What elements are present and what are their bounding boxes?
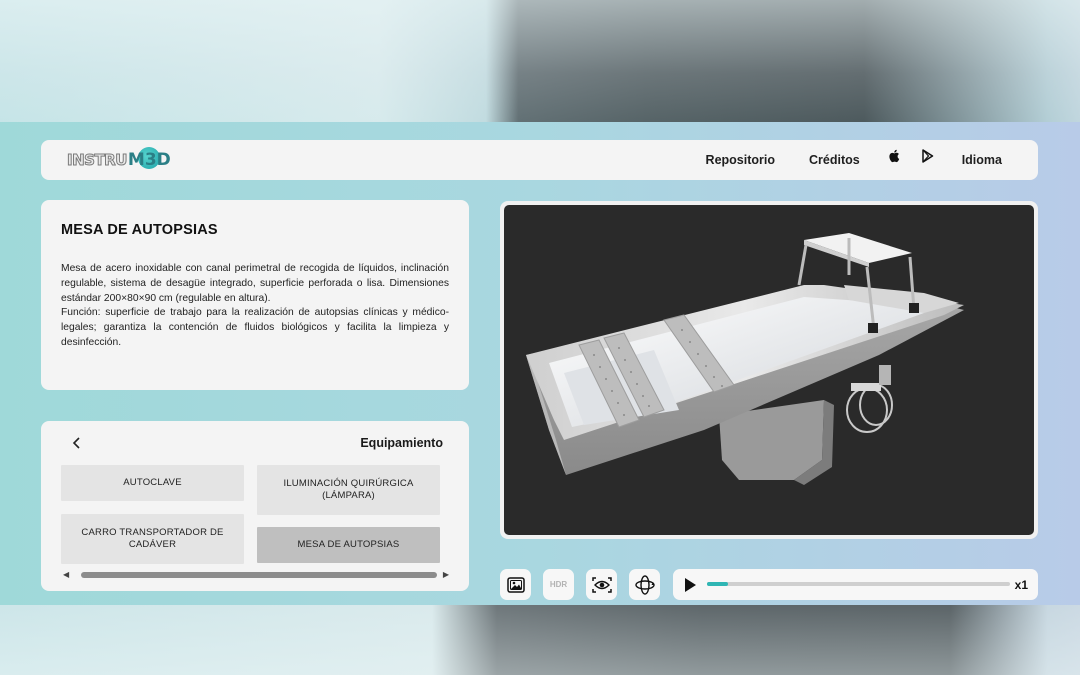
- equipment-item[interactable]: ILUMINACIÓN QUIRÚRGICA (LÁMPARA): [257, 465, 440, 515]
- item-description: Mesa de acero inoxidable con canal perim…: [61, 262, 449, 351]
- equipment-item-selected[interactable]: MESA DE AUTOPSIAS: [257, 527, 440, 563]
- progress-fill: [707, 582, 729, 586]
- scroll-left-arrow-icon[interactable]: ◀: [63, 570, 69, 579]
- horizontal-scrollbar[interactable]: ◀ ▶: [61, 569, 449, 580]
- equipment-heading: Equipamiento: [360, 436, 443, 450]
- play-icon[interactable]: [685, 578, 696, 592]
- hdr-label: HDR: [549, 580, 568, 589]
- google-play-icon[interactable]: [921, 149, 934, 163]
- nav-repositorio[interactable]: Repositorio: [706, 153, 775, 167]
- progress-slider[interactable]: [707, 582, 1010, 586]
- logo-suffix: M3D: [128, 147, 171, 170]
- blurred-background-top: [0, 0, 1080, 122]
- instrum3d-logo[interactable]: INSTRU M3D: [67, 147, 171, 172]
- chevron-left-icon[interactable]: [69, 435, 85, 451]
- logo-prefix: INSTRU: [67, 151, 128, 170]
- scrollbar-thumb[interactable]: [81, 572, 437, 578]
- 3d-canvas[interactable]: [504, 205, 1034, 535]
- description-card: MESA DE AUTOPSIAS Mesa de acero inoxidab…: [41, 200, 469, 390]
- playback-speed[interactable]: x1: [1015, 578, 1028, 592]
- item-title: MESA DE AUTOPSIAS: [61, 222, 218, 238]
- equipment-item[interactable]: AUTOCLAVE: [61, 465, 244, 501]
- image-icon: [506, 576, 525, 593]
- main-nav: Repositorio Créditos Idioma: [706, 140, 1002, 180]
- apple-icon[interactable]: [888, 149, 900, 163]
- eye-icon: [591, 576, 612, 593]
- view-button[interactable]: [586, 569, 617, 600]
- background-image-button[interactable]: [500, 569, 531, 600]
- nav-creditos[interactable]: Créditos: [809, 153, 860, 167]
- hdr-button[interactable]: HDR: [543, 569, 574, 600]
- autopsy-table-model: [526, 233, 964, 485]
- equipment-item[interactable]: CARRO TRANSPORTADOR DE CADÁVER: [61, 514, 244, 564]
- item-description-text: Mesa de acero inoxidable con canal perim…: [61, 263, 449, 304]
- orbit-icon: [634, 574, 655, 595]
- equipment-panel: Equipamiento AUTOCLAVE ILUMINACIÓN QUIRÚ…: [41, 421, 469, 591]
- orbit-button[interactable]: [629, 569, 660, 600]
- header-bar: INSTRU M3D Repositorio Créditos Idioma: [41, 140, 1038, 180]
- animation-player: x1: [673, 569, 1038, 600]
- scroll-right-arrow-icon[interactable]: ▶: [443, 570, 449, 579]
- nav-idioma[interactable]: Idioma: [962, 153, 1002, 167]
- model-viewer: [500, 201, 1038, 539]
- item-function-text: Función: superficie de trabajo para la r…: [61, 307, 449, 348]
- blurred-background-bottom: [0, 605, 1080, 675]
- app-frame: INSTRU M3D Repositorio Créditos Idioma M…: [0, 122, 1080, 605]
